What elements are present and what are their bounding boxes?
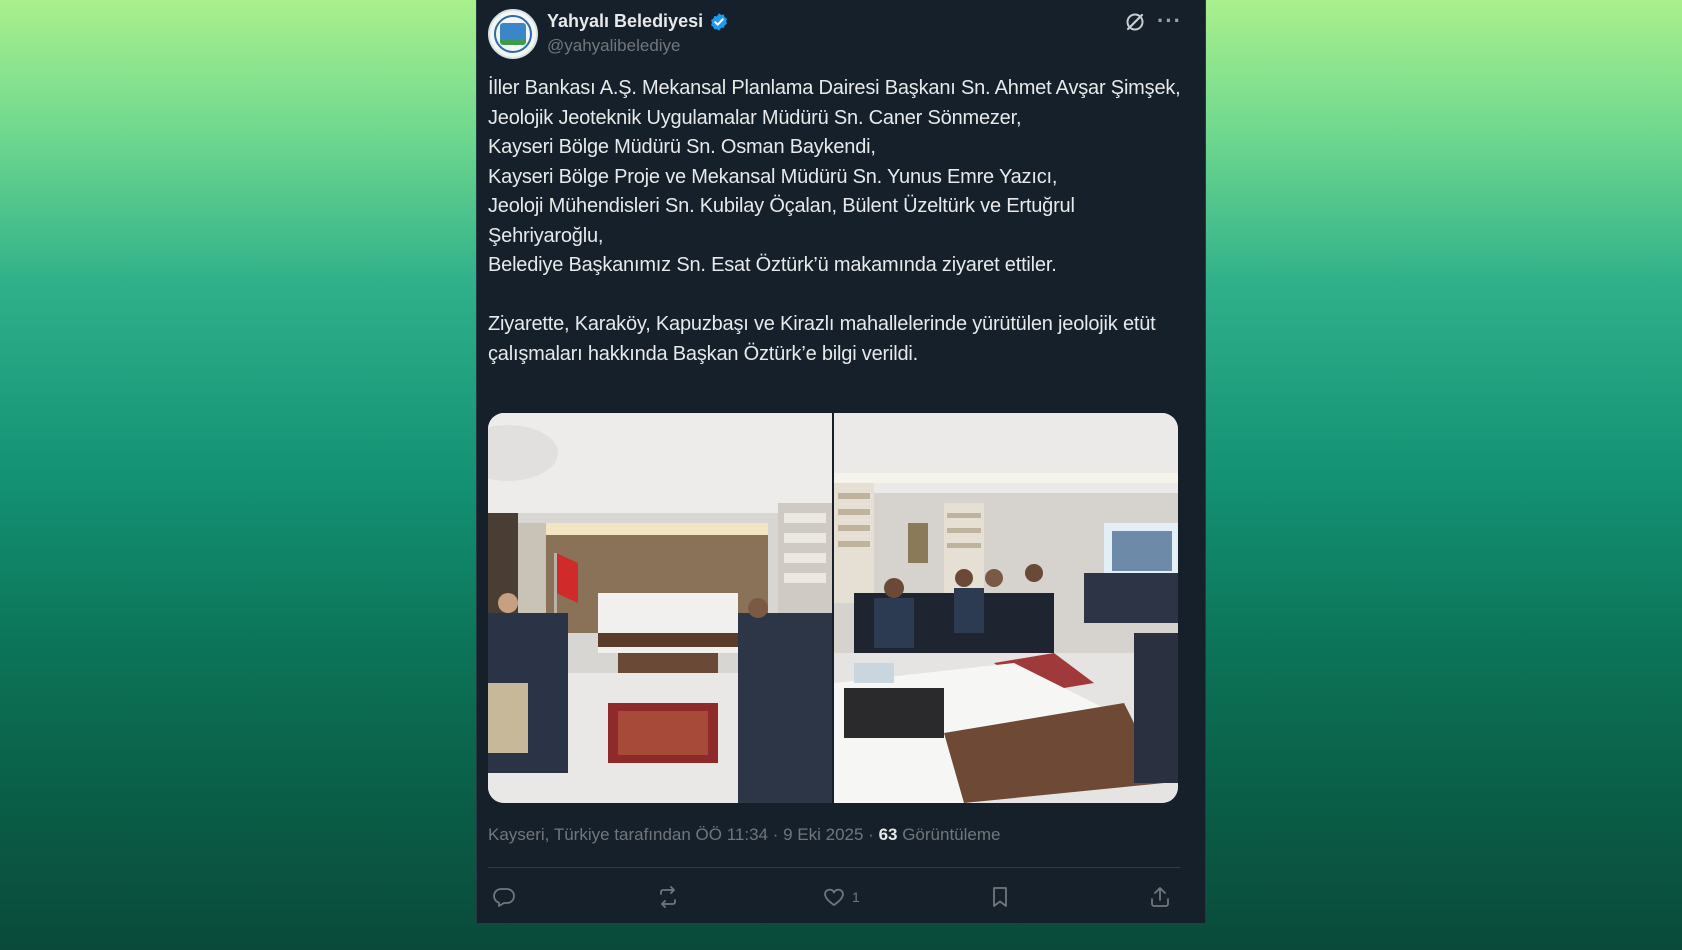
reply-icon [493,888,515,907]
verified-badge-icon [711,12,728,31]
divider [488,867,1180,868]
tweet-meta: Kayseri, Türkiye tarafından ÖÖ 11:34 · 9… [488,825,1000,845]
action-bar: 1 [488,879,1180,915]
retweet-button[interactable] [656,883,680,911]
tweet-media[interactable] [488,413,1178,803]
tweet-photo-1[interactable] [488,413,832,803]
bookmark-button[interactable] [988,883,1012,911]
share-icon [1151,887,1169,907]
heart-icon [824,888,844,906]
views-label: Görüntüleme [897,825,1001,844]
bookmark-icon [993,887,1007,907]
tweet-photo-2[interactable] [834,413,1178,803]
views-count: 63 [878,825,898,844]
avatar[interactable] [488,9,538,59]
display-name[interactable]: Yahyalı Belediyesi [547,11,729,32]
user-handle[interactable]: @yahyalibelediye [547,36,681,56]
tweet-text: İller Bankası A.Ş. Mekansal Planlama Dai… [488,77,1181,365]
like-button[interactable]: 1 [822,883,860,911]
share-button[interactable] [1148,883,1172,911]
display-name-text[interactable]: Yahyalı Belediyesi [547,11,703,32]
tweet-card: Yahyalı Belediyesi @yahyalibelediye ··· … [476,0,1206,923]
retweet-icon [660,886,676,908]
more-options-icon[interactable]: ··· [1157,8,1182,34]
grok-icon[interactable] [1123,10,1147,34]
tweet-timestamp[interactable]: Kayseri, Türkiye tarafından ÖÖ 11:34 · 9… [488,825,879,844]
likes-count: 1 [852,889,860,905]
reply-button[interactable] [492,883,516,911]
